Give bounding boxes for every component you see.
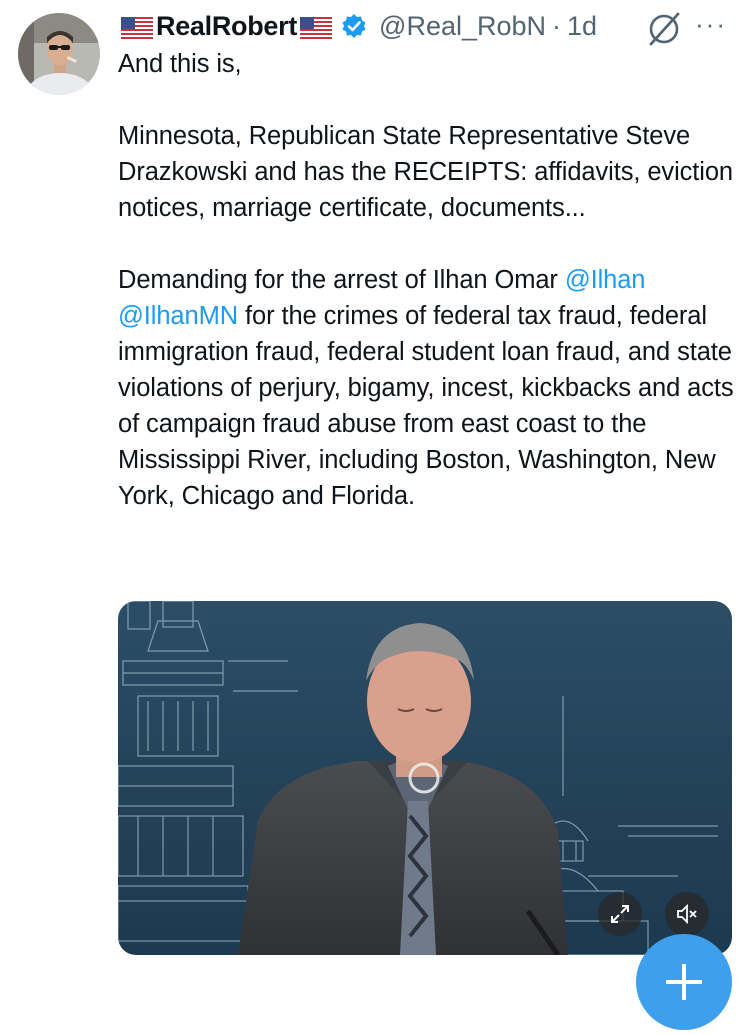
display-name[interactable]: RealRobert xyxy=(156,11,297,42)
plus-icon xyxy=(666,964,702,1000)
more-options-button[interactable]: ··· xyxy=(695,11,727,37)
tweet-text-segment: Demanding for the arrest of Ilhan Omar xyxy=(118,266,565,294)
expand-button[interactable] xyxy=(598,892,642,936)
tweet-paragraph: Demanding for the arrest of Ilhan Omar @… xyxy=(118,262,738,514)
compose-button[interactable] xyxy=(636,934,732,1030)
video-frame xyxy=(118,601,732,955)
avatar[interactable] xyxy=(18,13,100,95)
tweet-text: And this is, Minnesota, Republican State… xyxy=(118,46,738,514)
mute-button[interactable] xyxy=(665,892,709,936)
tweet-paragraph: And this is, xyxy=(118,50,242,78)
tweet-paragraph: Minnesota, Republican State Representati… xyxy=(118,122,733,222)
expand-icon xyxy=(611,905,629,923)
video-player[interactable] xyxy=(118,601,732,955)
separator-dot: · xyxy=(552,10,562,41)
us-flag-icon xyxy=(300,15,333,39)
us-flag-icon xyxy=(121,15,153,39)
tweet-text-segment: for the crimes of federal tax fraud, fed… xyxy=(118,302,734,510)
tweet-header: RealRobert @Real_RobN · 1d xyxy=(118,8,597,44)
mention-link[interactable]: @Ilhan xyxy=(565,266,646,294)
verified-badge-icon[interactable] xyxy=(341,13,367,39)
user-handle[interactable]: @Real_RobN xyxy=(379,11,546,42)
mention-link[interactable]: @IlhanMN xyxy=(118,302,238,330)
muted-speaker-icon xyxy=(677,903,697,925)
grok-icon[interactable] xyxy=(645,10,683,48)
timestamp[interactable]: 1d xyxy=(567,11,597,42)
